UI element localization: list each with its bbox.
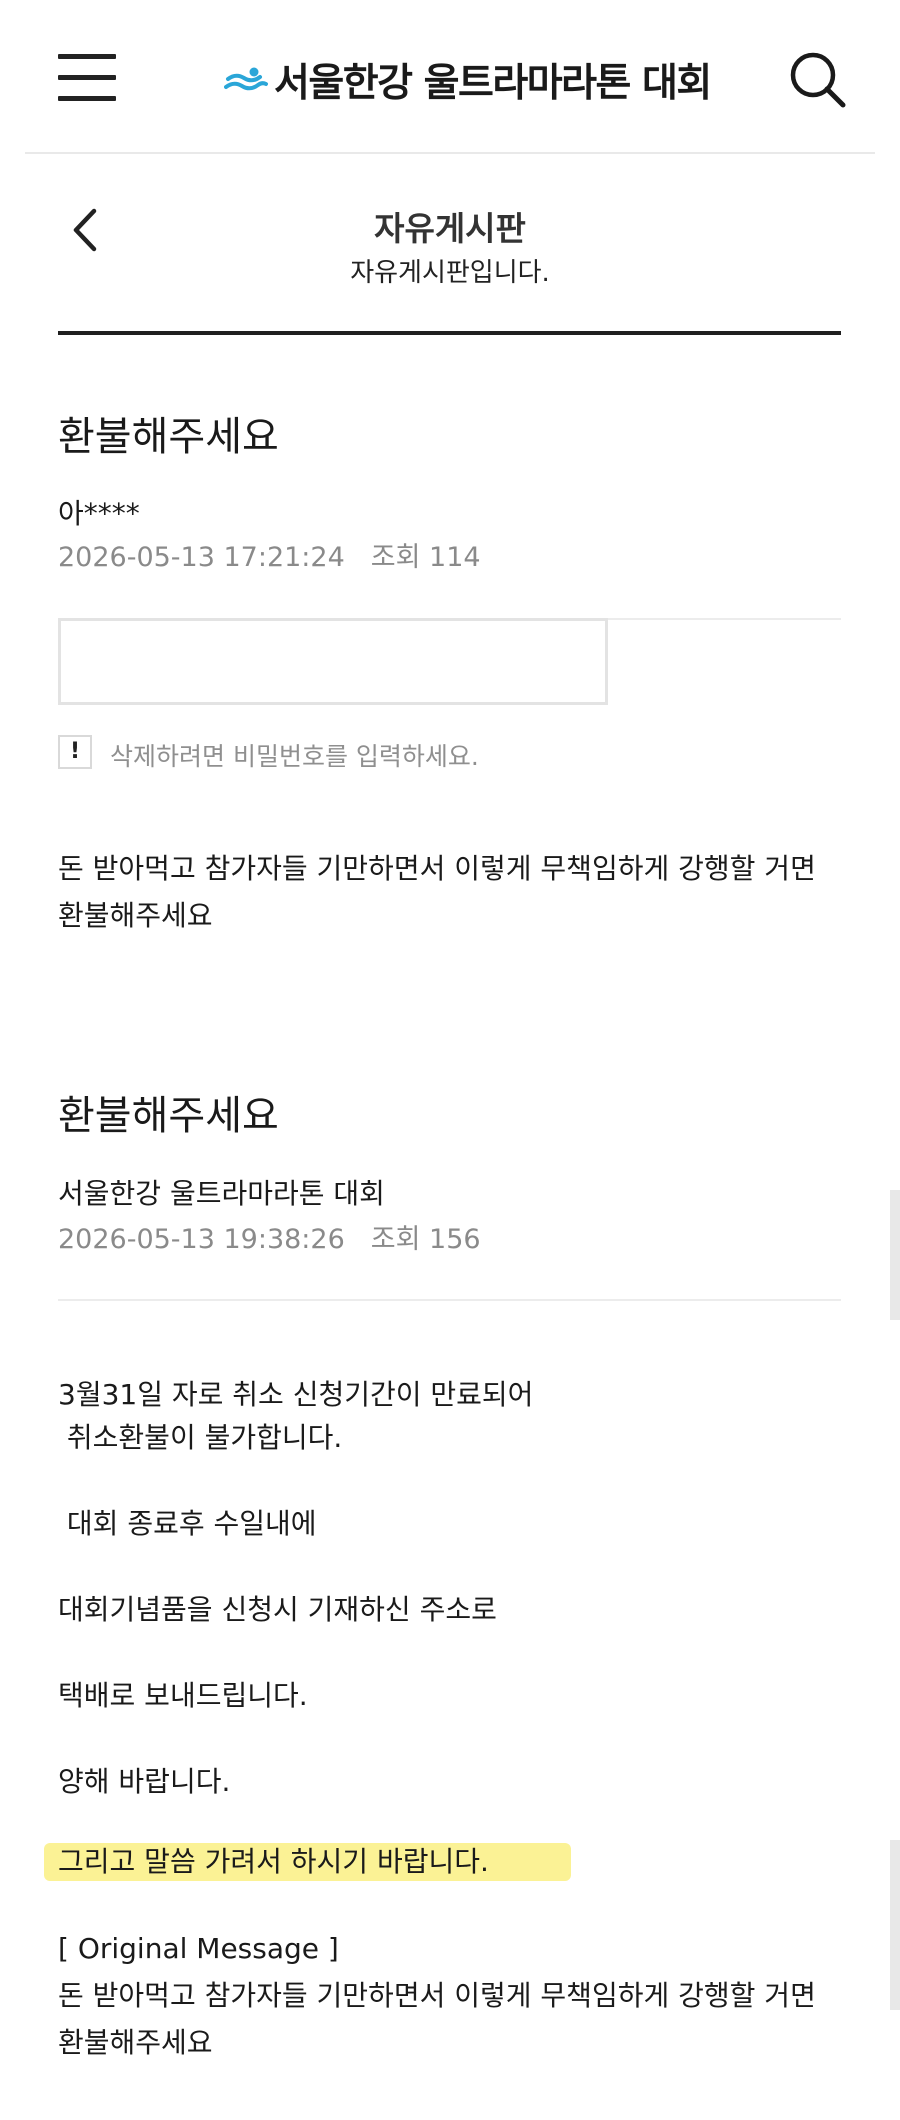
scrollbar-thumb[interactable] — [890, 1840, 900, 2010]
post-author: 아**** — [58, 497, 140, 530]
reply-views: 조회 156 — [370, 1224, 481, 1255]
reply-line: 대회 종료후 수일내에 — [58, 1507, 317, 1540]
password-row-line — [608, 618, 841, 620]
original-message-label: [ Original Message ] — [58, 1932, 339, 1965]
post-meta: 2026-05-13 17:21:24 조회 114 — [58, 535, 481, 574]
post-title: 환불해주세요 — [58, 414, 279, 460]
board-title: 자유게시판 — [374, 209, 526, 248]
board-subtitle: 자유게시판입니다. — [350, 258, 550, 288]
board-header-divider — [58, 331, 841, 335]
scrollbar-thumb[interactable] — [890, 1190, 900, 1320]
reply-line: 3월31일 자로 취소 신청기간이 만료되어 — [58, 1378, 534, 1411]
delete-notice: 삭제하려면 비밀번호를 입력하세요. — [110, 742, 479, 771]
header-divider — [25, 152, 875, 154]
reply-title: 환불해주세요 — [58, 1093, 279, 1139]
post-views: 조회 114 — [370, 542, 481, 573]
reply-author: 서울한강 울트라마라톤 대회 — [58, 1177, 385, 1210]
swimmer-icon — [224, 67, 268, 91]
hamburger-menu-icon[interactable] — [58, 54, 116, 102]
reply-line: 취소환불이 불가합니다. — [58, 1421, 343, 1454]
reply-line: 대회기념품을 신청시 기재하신 주소로 — [58, 1593, 497, 1626]
reply-meta: 2026-05-13 19:38:26 조회 156 — [58, 1217, 481, 1256]
post-date: 2026-05-13 17:21:24 — [58, 542, 345, 573]
reply-date: 2026-05-13 19:38:26 — [58, 1224, 345, 1255]
site-name: 서울한강 울트라마라톤 대회 — [274, 61, 712, 106]
reply-line: 택배로 보내드립니다. — [58, 1679, 308, 1712]
reply-line: 양해 바랍니다. — [58, 1765, 231, 1798]
original-message-body: 돈 받아먹고 참가자들 기만하면서 이렇게 무책임하게 강행할 거면 환불해주세… — [58, 1979, 816, 2059]
reply-divider — [58, 1299, 841, 1301]
highlighted-line: 그리고 말씀 가려서 하시기 바랍니다. — [58, 1845, 489, 1878]
search-icon[interactable] — [788, 50, 848, 110]
site-logo[interactable]: 서울한강 울트라마라톤 대회 — [224, 52, 712, 108]
password-input[interactable] — [58, 618, 608, 705]
exclamation-icon: ! — [58, 735, 92, 769]
post-body: 돈 받아먹고 참가자들 기만하면서 이렇게 무책임하게 강행할 거면 환불해주세… — [58, 852, 816, 932]
